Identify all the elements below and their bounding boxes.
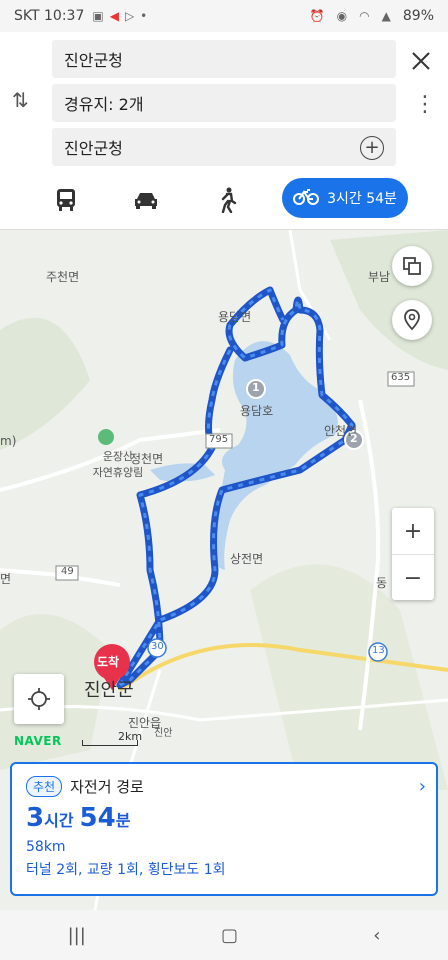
car-mode-icon[interactable] xyxy=(128,182,164,218)
duration-hours: 3 xyxy=(26,803,45,833)
route-panel: ⇅ 진안군청 경유지: 2개 진안군청 + ⋮ 3시간 54분 xyxy=(0,32,448,230)
route-details: 터널 2회, 교량 1회, 횡단보도 1회 xyxy=(26,862,226,878)
back-button[interactable]: ‹ xyxy=(373,925,380,946)
close-icon[interactable] xyxy=(404,44,438,78)
play-icon: ▷ xyxy=(124,9,135,23)
duration-minutes: 54 xyxy=(79,803,116,833)
wifi-icon: ◠ xyxy=(359,9,370,23)
map-label-dong: 동 xyxy=(376,576,388,590)
marker-button[interactable] xyxy=(392,300,432,340)
battery-label: 89% xyxy=(402,8,434,24)
bike-mode-button[interactable]: 3시간 54분 xyxy=(282,178,408,218)
transport-modes: 3시간 54분 xyxy=(0,178,448,222)
distance-label: 58km xyxy=(26,839,66,855)
destination-field[interactable]: 진안군청 + xyxy=(52,128,396,166)
waypoints-field[interactable]: 경유지: 2개 xyxy=(52,84,396,122)
gallery-icon: ▣ xyxy=(92,9,104,23)
add-waypoint-button[interactable]: + xyxy=(360,136,384,160)
alarm-icon: ⏰ xyxy=(309,9,325,23)
home-button[interactable]: ▢ xyxy=(221,925,238,946)
recommend-badge: 추천 xyxy=(26,776,63,797)
dot-icon: • xyxy=(140,9,148,23)
bus-mode-icon[interactable] xyxy=(48,182,84,218)
map-label-forest: 운장산 자연휴양림 xyxy=(92,450,144,479)
zoom-control: + − xyxy=(392,508,434,600)
destination-label: 진안군청 xyxy=(64,139,123,158)
system-nav-bar: ||| ▢ ‹ xyxy=(0,910,448,960)
map-label-bunam: 부남 xyxy=(368,270,391,284)
origin-field[interactable]: 진안군청 xyxy=(52,40,396,78)
map-label-jucheon: 주천면 xyxy=(46,270,80,284)
waypoint-marker-2[interactable]: 2 xyxy=(350,432,358,445)
duration-minutes-unit: 분 xyxy=(115,811,131,830)
naver-logo: NAVER xyxy=(14,734,62,748)
map-label-jinan-gun: 진안군 xyxy=(84,680,134,701)
chevron-right-icon[interactable]: › xyxy=(419,776,426,797)
zoom-in-button[interactable]: + xyxy=(392,508,434,554)
bike-time-label: 3시간 54분 xyxy=(327,191,397,207)
location-icon: ◉ xyxy=(336,9,348,23)
route-type-title: 자전거 경로 xyxy=(70,778,144,796)
carrier-label: SKT xyxy=(14,8,40,24)
scale-label: 2km xyxy=(118,730,143,743)
road-number-49: 49 xyxy=(61,566,74,577)
map-label-myeon-left: 면 xyxy=(0,572,12,586)
time-label: 10:37 xyxy=(44,8,85,24)
waypoint-marker-1[interactable]: 1 xyxy=(252,381,260,394)
signal-icon: ▲ xyxy=(381,9,391,23)
road-number-795: 795 xyxy=(209,434,229,445)
map-label-yongdamho: 용담호 xyxy=(240,404,274,418)
layers-button[interactable] xyxy=(392,246,432,286)
route-summary-card[interactable]: 추천 자전거 경로 › 3 시간 54 분 58km 터널 2회, 교량 1회,… xyxy=(10,762,438,896)
road-number-30: 30 xyxy=(151,641,164,652)
destination-marker[interactable]: 도착 xyxy=(97,653,119,670)
zoom-out-button[interactable]: − xyxy=(392,555,434,601)
more-icon[interactable]: ⋮ xyxy=(414,92,436,122)
road-number-13: 13 xyxy=(372,645,385,656)
map-label-m: m) xyxy=(0,434,17,448)
status-bar: SKT 10:37 ▣ ◀ ▷ • ⏰ ◉ ◠ ▲ 89% xyxy=(0,0,448,32)
swap-icon[interactable]: ⇅ xyxy=(12,88,40,120)
map-label-ic: 진안 xyxy=(154,728,173,739)
map-label-sangjeon: 상전면 xyxy=(230,552,264,566)
bike-icon xyxy=(293,187,320,209)
map-label-yongdam: 용담면 xyxy=(218,310,252,324)
duration: 3 시간 54 분 xyxy=(26,803,422,833)
my-location-button[interactable] xyxy=(14,674,64,724)
road-number-635: 635 xyxy=(391,372,411,383)
megaphone-icon: ◀ xyxy=(109,9,119,23)
recents-button[interactable]: ||| xyxy=(68,925,86,946)
duration-hours-unit: 시간 xyxy=(44,811,74,830)
walk-mode-icon[interactable] xyxy=(210,182,246,218)
crosshair-icon xyxy=(28,688,50,710)
